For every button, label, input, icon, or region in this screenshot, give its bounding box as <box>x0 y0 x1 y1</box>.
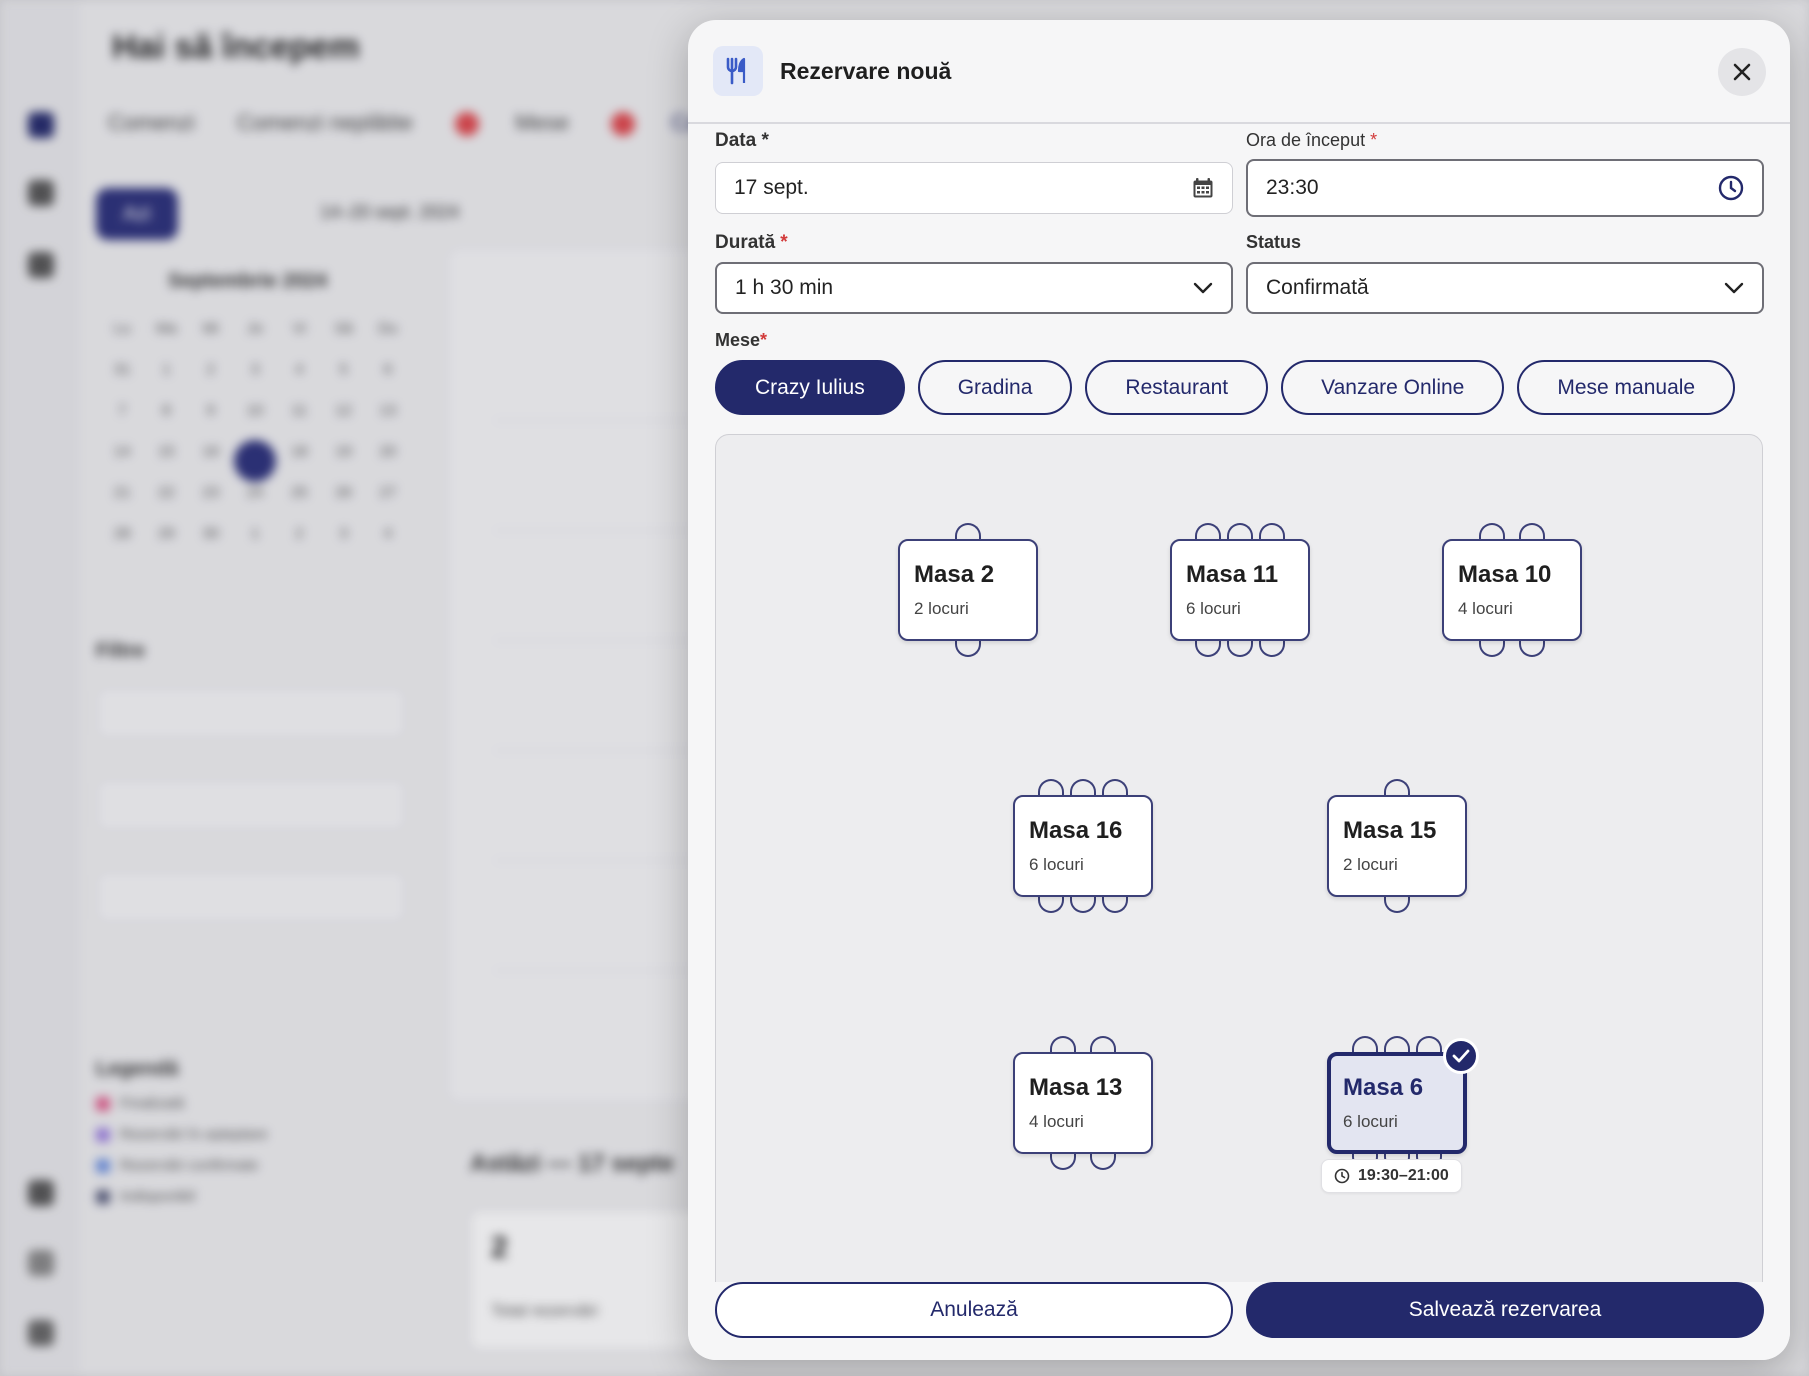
duration-select[interactable]: 1 h 30 min <box>715 262 1233 314</box>
table-seats: 6 locuri <box>1029 855 1084 874</box>
table-masa-15[interactable]: Masa 15 2 locuri <box>1327 779 1467 913</box>
calendar-icon <box>1192 177 1214 199</box>
chair <box>955 641 981 657</box>
date-field[interactable]: 17 sept. <box>715 162 1233 214</box>
table-seats: 6 locuri <box>1186 599 1241 618</box>
table-masa-11[interactable]: Masa 11 6 locuri <box>1170 523 1310 657</box>
clock-icon <box>1718 175 1744 201</box>
close-icon <box>1733 63 1751 81</box>
table-seats: 6 locuri <box>1343 1112 1398 1131</box>
table-masa-10[interactable]: Masa 10 4 locuri <box>1442 523 1582 657</box>
start-time-label: Ora de început * <box>1246 130 1378 150</box>
status-label: Status <box>1246 232 1302 252</box>
table-name: Masa 16 <box>1029 817 1123 844</box>
chair <box>1352 1036 1378 1052</box>
table-seats: 2 locuri <box>1343 855 1398 874</box>
table-name: Masa 10 <box>1458 561 1552 588</box>
chair <box>1070 897 1096 913</box>
utensils-icon <box>713 46 763 96</box>
chair <box>1195 523 1221 539</box>
chair <box>1090 1036 1116 1052</box>
table-name: Masa 2 <box>914 561 995 588</box>
table-masa-6[interactable]: Masa 6 6 locuri <box>1327 1036 1479 1170</box>
booked-time-badge: 19:30–21:00 <box>1321 1159 1462 1193</box>
chair <box>1050 1154 1076 1170</box>
chair <box>1479 641 1505 657</box>
chair <box>1384 897 1410 913</box>
table-masa-2[interactable]: Masa 2 2 locuri <box>898 523 1038 657</box>
chair <box>1259 641 1285 657</box>
table-masa-16[interactable]: Masa 16 6 locuri <box>1013 779 1153 913</box>
chair <box>1102 897 1128 913</box>
chair <box>1519 523 1545 539</box>
date-label: Data * <box>715 130 769 151</box>
chair <box>1416 1036 1442 1052</box>
chair <box>1038 779 1064 795</box>
status-select[interactable]: Confirmată <box>1246 262 1764 314</box>
chair <box>1195 641 1221 657</box>
chair <box>955 523 981 539</box>
chair <box>1070 779 1096 795</box>
tab-crazy-iulius[interactable]: Crazy Iulius <box>715 360 905 415</box>
area-tabs: Crazy Iulius Gradina Restaurant Vanzare … <box>715 360 1736 415</box>
table-name: Masa 15 <box>1343 817 1437 844</box>
close-button[interactable] <box>1718 48 1766 96</box>
tab-mese-manuale[interactable]: Mese manuale <box>1517 360 1736 415</box>
table-name: Masa 13 <box>1029 1074 1123 1101</box>
check-icon <box>1443 1038 1479 1074</box>
chair <box>1227 523 1253 539</box>
chair <box>1090 1154 1116 1170</box>
chair <box>1519 641 1545 657</box>
tab-restaurant[interactable]: Restaurant <box>1085 360 1269 415</box>
floor-plan: Masa 2 2 locuri Masa 11 6 locuri Masa 10… <box>715 434 1763 1294</box>
tab-gradina[interactable]: Gradina <box>917 360 1073 415</box>
chair <box>1384 779 1410 795</box>
modal-title: Rezervare nouă <box>780 58 952 84</box>
table-seats: 4 locuri <box>1029 1112 1084 1131</box>
table-masa-13[interactable]: Masa 13 4 locuri <box>1013 1036 1153 1170</box>
chair <box>1227 641 1253 657</box>
table-seats: 4 locuri <box>1458 599 1513 618</box>
modal-header: Rezervare nouă <box>688 20 1790 124</box>
table-seats: 2 locuri <box>914 599 969 618</box>
clock-icon <box>1334 1168 1350 1184</box>
chevron-down-icon <box>1193 282 1213 294</box>
chair <box>1384 1036 1410 1052</box>
new-reservation-modal: Rezervare nouă Data * 17 sept. Ora de în… <box>688 20 1790 1360</box>
start-time-field[interactable]: 23:30 <box>1246 159 1764 217</box>
tables-label: Mese* <box>715 330 768 350</box>
duration-label: Durată * <box>715 232 788 253</box>
save-reservation-button[interactable]: Salvează rezervarea <box>1246 1282 1764 1338</box>
chair <box>1038 897 1064 913</box>
table-name: Masa 6 <box>1343 1074 1424 1101</box>
chevron-down-icon <box>1724 282 1744 294</box>
chair <box>1479 523 1505 539</box>
chair <box>1259 523 1285 539</box>
chair <box>1050 1036 1076 1052</box>
chair <box>1102 779 1128 795</box>
table-name: Masa 11 <box>1186 561 1279 588</box>
cancel-button[interactable]: Anulează <box>715 1282 1233 1338</box>
tab-vanzare-online[interactable]: Vanzare Online <box>1281 360 1505 415</box>
